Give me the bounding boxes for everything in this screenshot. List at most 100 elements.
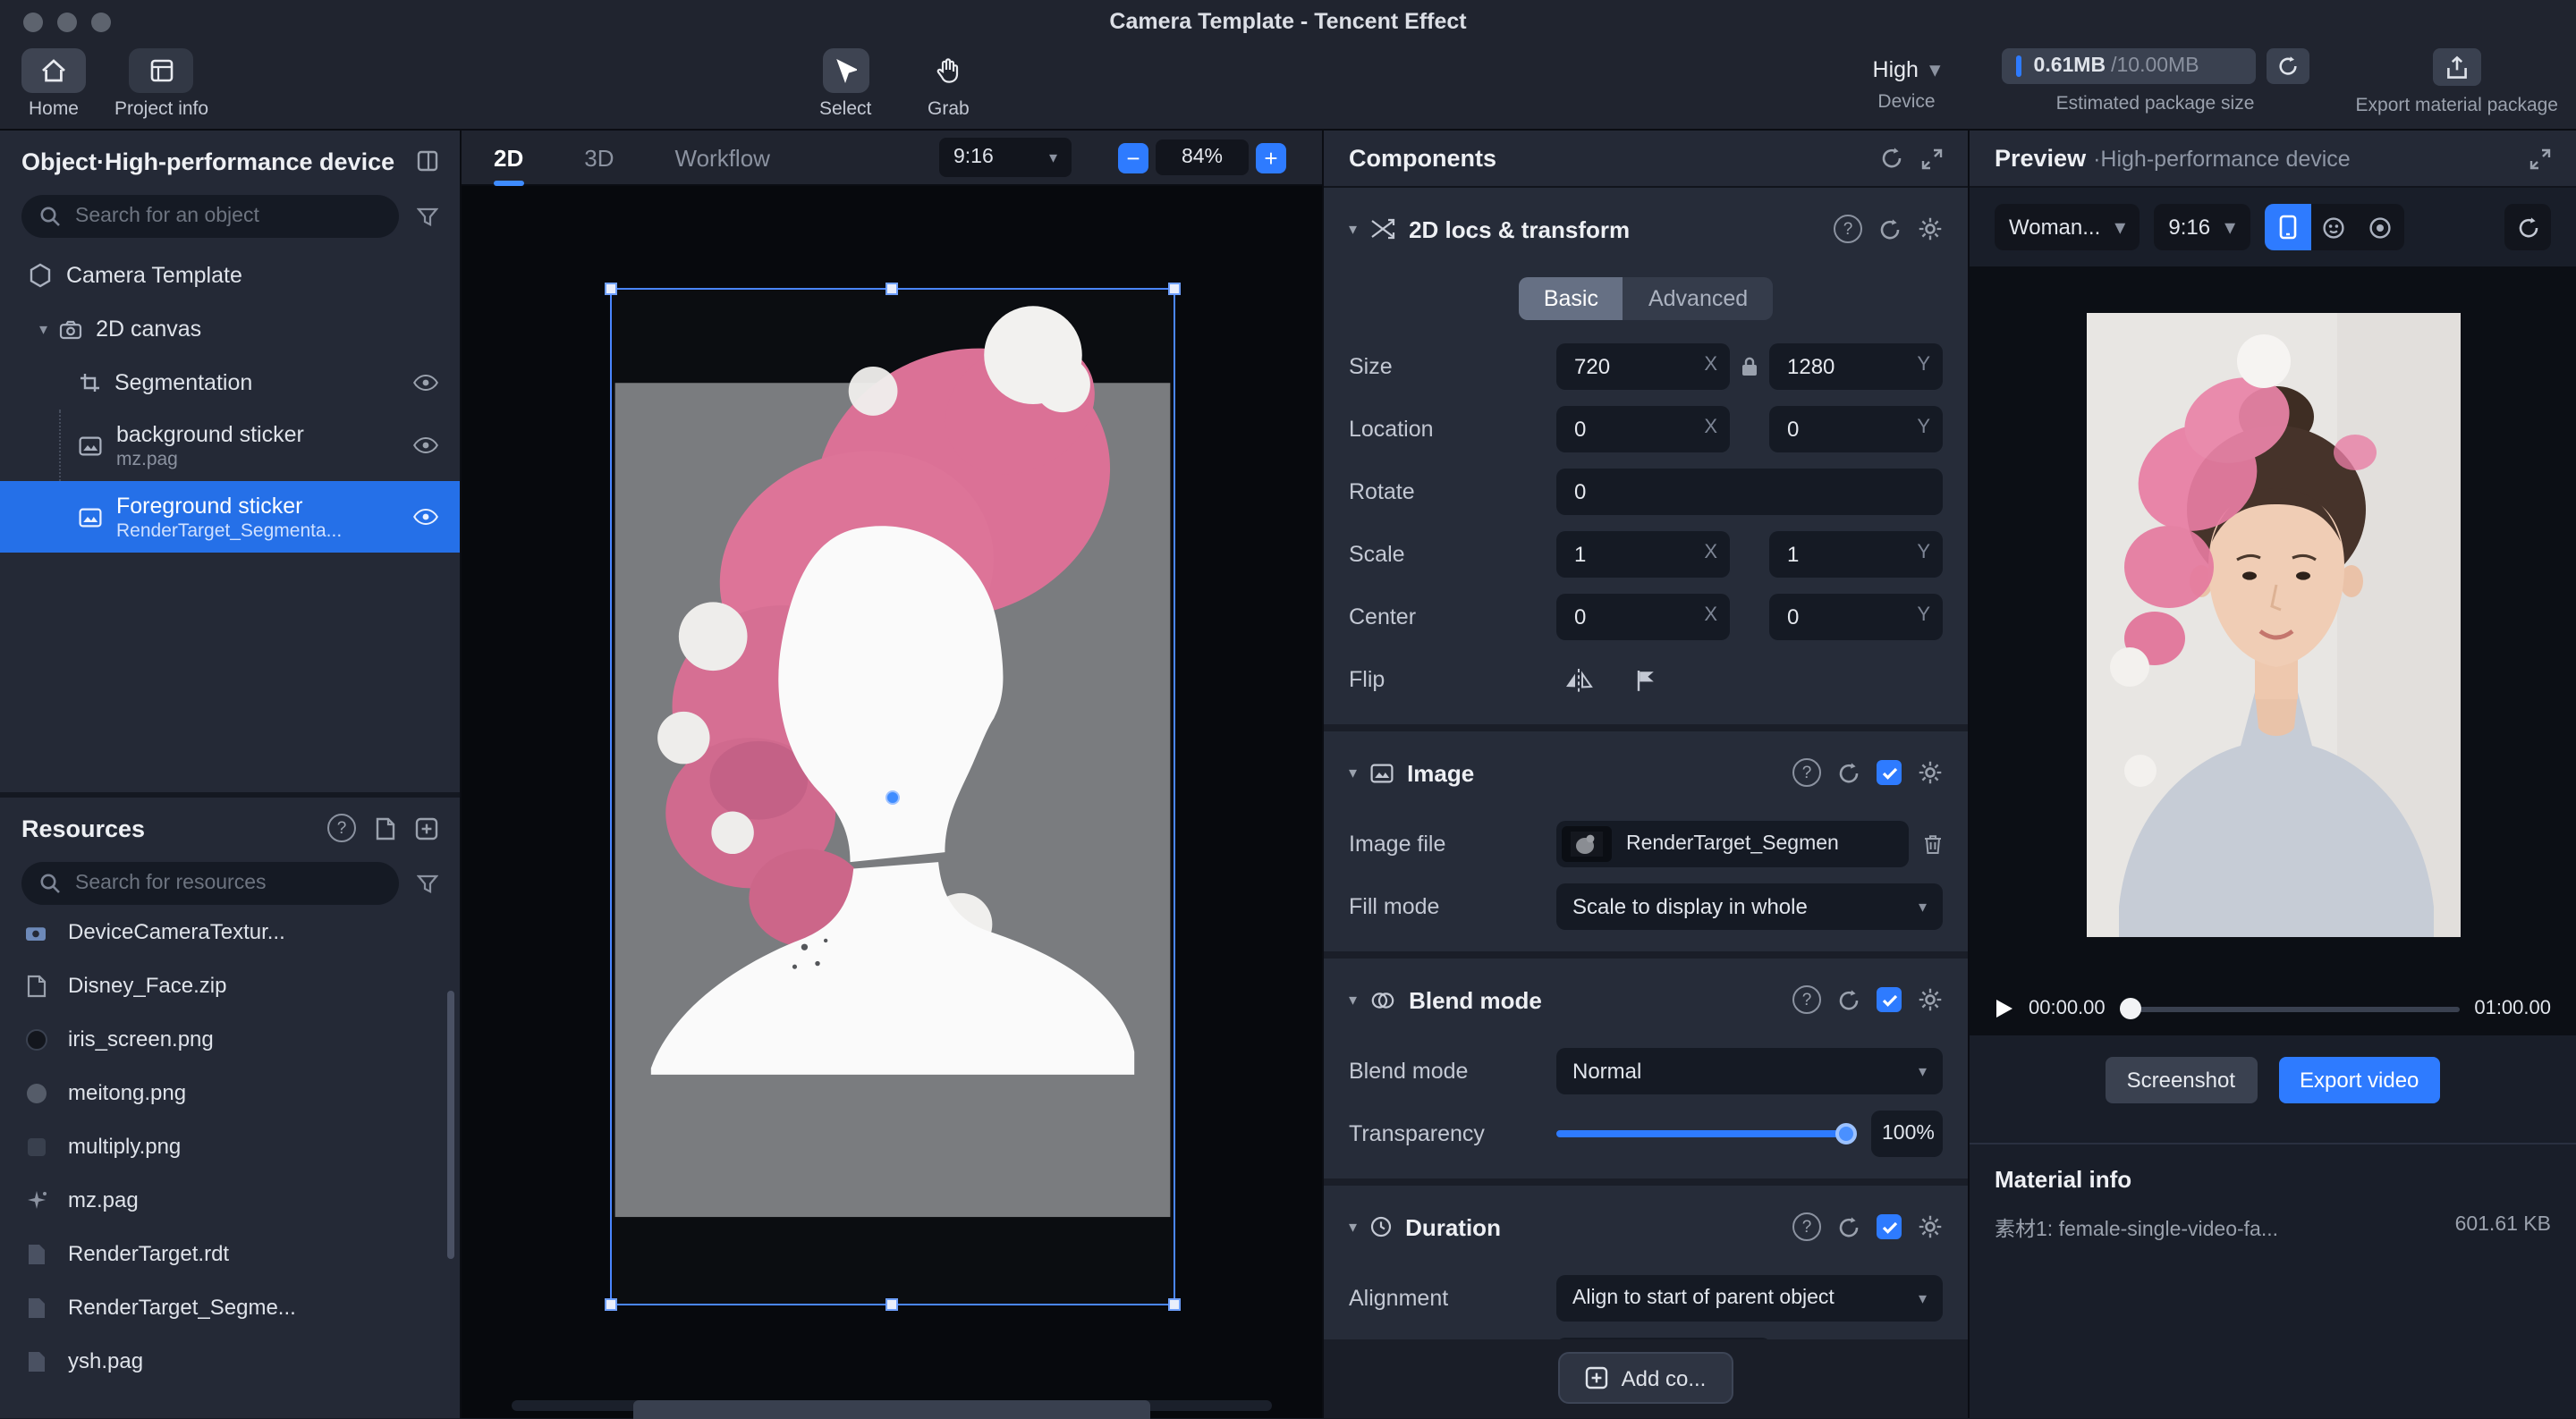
image-file-field[interactable]: RenderTarget_Segmen bbox=[1556, 821, 1909, 867]
slider-knob[interactable] bbox=[1835, 1123, 1857, 1144]
component-enabled-checkbox[interactable] bbox=[1877, 987, 1902, 1012]
seek-knob[interactable] bbox=[2120, 997, 2141, 1018]
phone-preview-button[interactable] bbox=[2264, 204, 2310, 250]
selected-layer-frame[interactable] bbox=[610, 288, 1175, 1305]
resource-item[interactable]: RenderTarget_Segme... bbox=[0, 1280, 460, 1334]
component-enabled-checkbox[interactable] bbox=[1877, 1214, 1902, 1239]
object-search[interactable] bbox=[21, 195, 399, 238]
resource-item[interactable]: mz.pag bbox=[0, 1173, 460, 1227]
tab-2d[interactable]: 2D bbox=[494, 130, 523, 185]
alignment-select[interactable]: Align to start of parent object ▾ bbox=[1556, 1275, 1943, 1322]
export-package-button[interactable] bbox=[2433, 48, 2481, 86]
preview-aspect-select[interactable]: 9:16 ▾ bbox=[2154, 204, 2250, 250]
minimize-window-button[interactable] bbox=[57, 13, 77, 32]
face-preview-button[interactable] bbox=[2310, 204, 2357, 250]
component-enabled-checkbox[interactable] bbox=[1877, 760, 1902, 785]
resource-search[interactable] bbox=[21, 862, 399, 905]
blend-mode-select[interactable]: Normal ▾ bbox=[1556, 1048, 1943, 1094]
trash-icon[interactable] bbox=[1923, 833, 1943, 855]
tab-advanced[interactable]: Advanced bbox=[1623, 277, 1773, 320]
zoom-out-button[interactable]: − bbox=[1118, 142, 1148, 173]
caret-down-icon[interactable]: ▾ bbox=[39, 319, 47, 339]
resize-handle[interactable] bbox=[886, 283, 898, 295]
zoom-level[interactable]: 84% bbox=[1156, 139, 1249, 175]
tree-item-background-sticker[interactable]: background sticker mz.pag bbox=[0, 410, 460, 481]
reset-icon[interactable] bbox=[1878, 217, 1902, 241]
close-window-button[interactable] bbox=[23, 13, 43, 32]
caret-down-icon[interactable]: ▾ bbox=[1349, 990, 1357, 1009]
refresh-package-button[interactable] bbox=[2267, 48, 2309, 84]
resource-item[interactable]: multiply.png bbox=[0, 1119, 460, 1173]
tab-basic[interactable]: Basic bbox=[1519, 277, 1623, 320]
import-file-icon[interactable] bbox=[374, 816, 397, 840]
tab-workflow[interactable]: Workflow bbox=[675, 130, 770, 185]
resources-scrollbar[interactable] bbox=[447, 991, 454, 1259]
filter-icon[interactable] bbox=[417, 874, 438, 893]
tree-item-segmentation[interactable]: Segmentation bbox=[0, 356, 460, 410]
editor-canvas[interactable] bbox=[462, 186, 1322, 1417]
tree-item-2d-canvas[interactable]: ▾ 2D canvas bbox=[0, 302, 460, 356]
grab-tool-button[interactable]: Grab bbox=[925, 48, 971, 120]
collapse-panel-icon[interactable] bbox=[417, 150, 438, 172]
gear-icon[interactable] bbox=[1918, 760, 1943, 785]
help-icon[interactable] bbox=[1792, 985, 1821, 1014]
resource-item[interactable]: ysh.pag bbox=[0, 1334, 460, 1388]
resize-handle[interactable] bbox=[605, 1298, 617, 1311]
object-search-input[interactable] bbox=[21, 195, 399, 238]
expand-panel-icon[interactable] bbox=[2529, 148, 2551, 169]
resource-item[interactable]: Disney_Face.zip bbox=[0, 959, 460, 1012]
play-button[interactable] bbox=[1995, 998, 2014, 1019]
reset-icon[interactable] bbox=[1837, 761, 1860, 784]
caret-down-icon[interactable]: ▾ bbox=[1349, 219, 1357, 239]
reset-icon[interactable] bbox=[1837, 1215, 1860, 1238]
reset-components-icon[interactable] bbox=[1880, 147, 1903, 170]
add-component-button[interactable]: Add co... bbox=[1559, 1352, 1733, 1404]
transparency-slider[interactable] bbox=[1556, 1111, 1853, 1157]
resource-search-input[interactable] bbox=[21, 862, 399, 905]
filter-icon[interactable] bbox=[417, 207, 438, 226]
caret-down-icon[interactable]: ▾ bbox=[1349, 763, 1357, 782]
resource-item[interactable]: meitong.png bbox=[0, 1066, 460, 1119]
resource-item[interactable]: DeviceCameraTextur... bbox=[0, 905, 460, 959]
zoom-window-button[interactable] bbox=[91, 13, 111, 32]
aperture-preview-button[interactable] bbox=[2357, 204, 2403, 250]
help-icon[interactable] bbox=[1792, 758, 1821, 787]
model-select[interactable]: Woman... ▾ bbox=[1995, 204, 2140, 250]
refresh-preview-button[interactable] bbox=[2504, 204, 2551, 250]
help-icon[interactable] bbox=[327, 814, 356, 842]
resize-handle[interactable] bbox=[1168, 283, 1181, 295]
resize-handle[interactable] bbox=[886, 1298, 898, 1311]
help-icon[interactable] bbox=[1834, 215, 1862, 243]
expand-panel-icon[interactable] bbox=[1921, 148, 1943, 169]
eye-visibility-icon[interactable] bbox=[413, 374, 438, 392]
tab-3d[interactable]: 3D bbox=[584, 130, 614, 185]
gear-icon[interactable] bbox=[1918, 216, 1943, 241]
resize-handle[interactable] bbox=[1168, 1298, 1181, 1311]
anchor-point[interactable] bbox=[886, 790, 900, 804]
resource-item[interactable]: iris_screen.png bbox=[0, 1012, 460, 1066]
tree-item-foreground-sticker[interactable]: Foreground sticker RenderTarget_Segmenta… bbox=[0, 481, 460, 553]
seek-bar[interactable] bbox=[2120, 1006, 2461, 1011]
fill-mode-select[interactable]: Scale to display in whole ▾ bbox=[1556, 883, 1943, 930]
rotate-input[interactable] bbox=[1556, 469, 1943, 515]
eye-visibility-icon[interactable] bbox=[413, 508, 438, 526]
lock-ratio-icon[interactable] bbox=[1730, 356, 1769, 377]
resize-handle[interactable] bbox=[605, 283, 617, 295]
add-resource-icon[interactable] bbox=[415, 816, 438, 840]
gear-icon[interactable] bbox=[1918, 1214, 1943, 1239]
zoom-in-button[interactable]: + bbox=[1256, 142, 1286, 173]
project-info-button[interactable]: Project info bbox=[114, 48, 208, 120]
select-tool-button[interactable]: Select bbox=[819, 48, 871, 120]
screenshot-button[interactable]: Screenshot bbox=[2106, 1057, 2257, 1103]
canvas-horizontal-scrollbar[interactable] bbox=[512, 1399, 1272, 1410]
device-select[interactable]: High ▾ Device bbox=[1873, 55, 1941, 113]
caret-down-icon[interactable]: ▾ bbox=[1349, 1217, 1357, 1237]
tree-item-camera-template[interactable]: Camera Template bbox=[0, 249, 460, 302]
help-icon[interactable] bbox=[1792, 1212, 1821, 1241]
flip-vertical-icon[interactable] bbox=[1633, 668, 1657, 691]
aspect-ratio-select[interactable]: 9:16 ▾ bbox=[939, 138, 1072, 177]
components-scroll[interactable]: ▾ 2D locs & transform Basic Advanced bbox=[1324, 188, 1968, 1417]
transparency-value[interactable]: 100% bbox=[1871, 1111, 1943, 1157]
home-button[interactable]: Home bbox=[21, 48, 86, 120]
resource-item[interactable]: RenderTarget.rdt bbox=[0, 1227, 460, 1280]
